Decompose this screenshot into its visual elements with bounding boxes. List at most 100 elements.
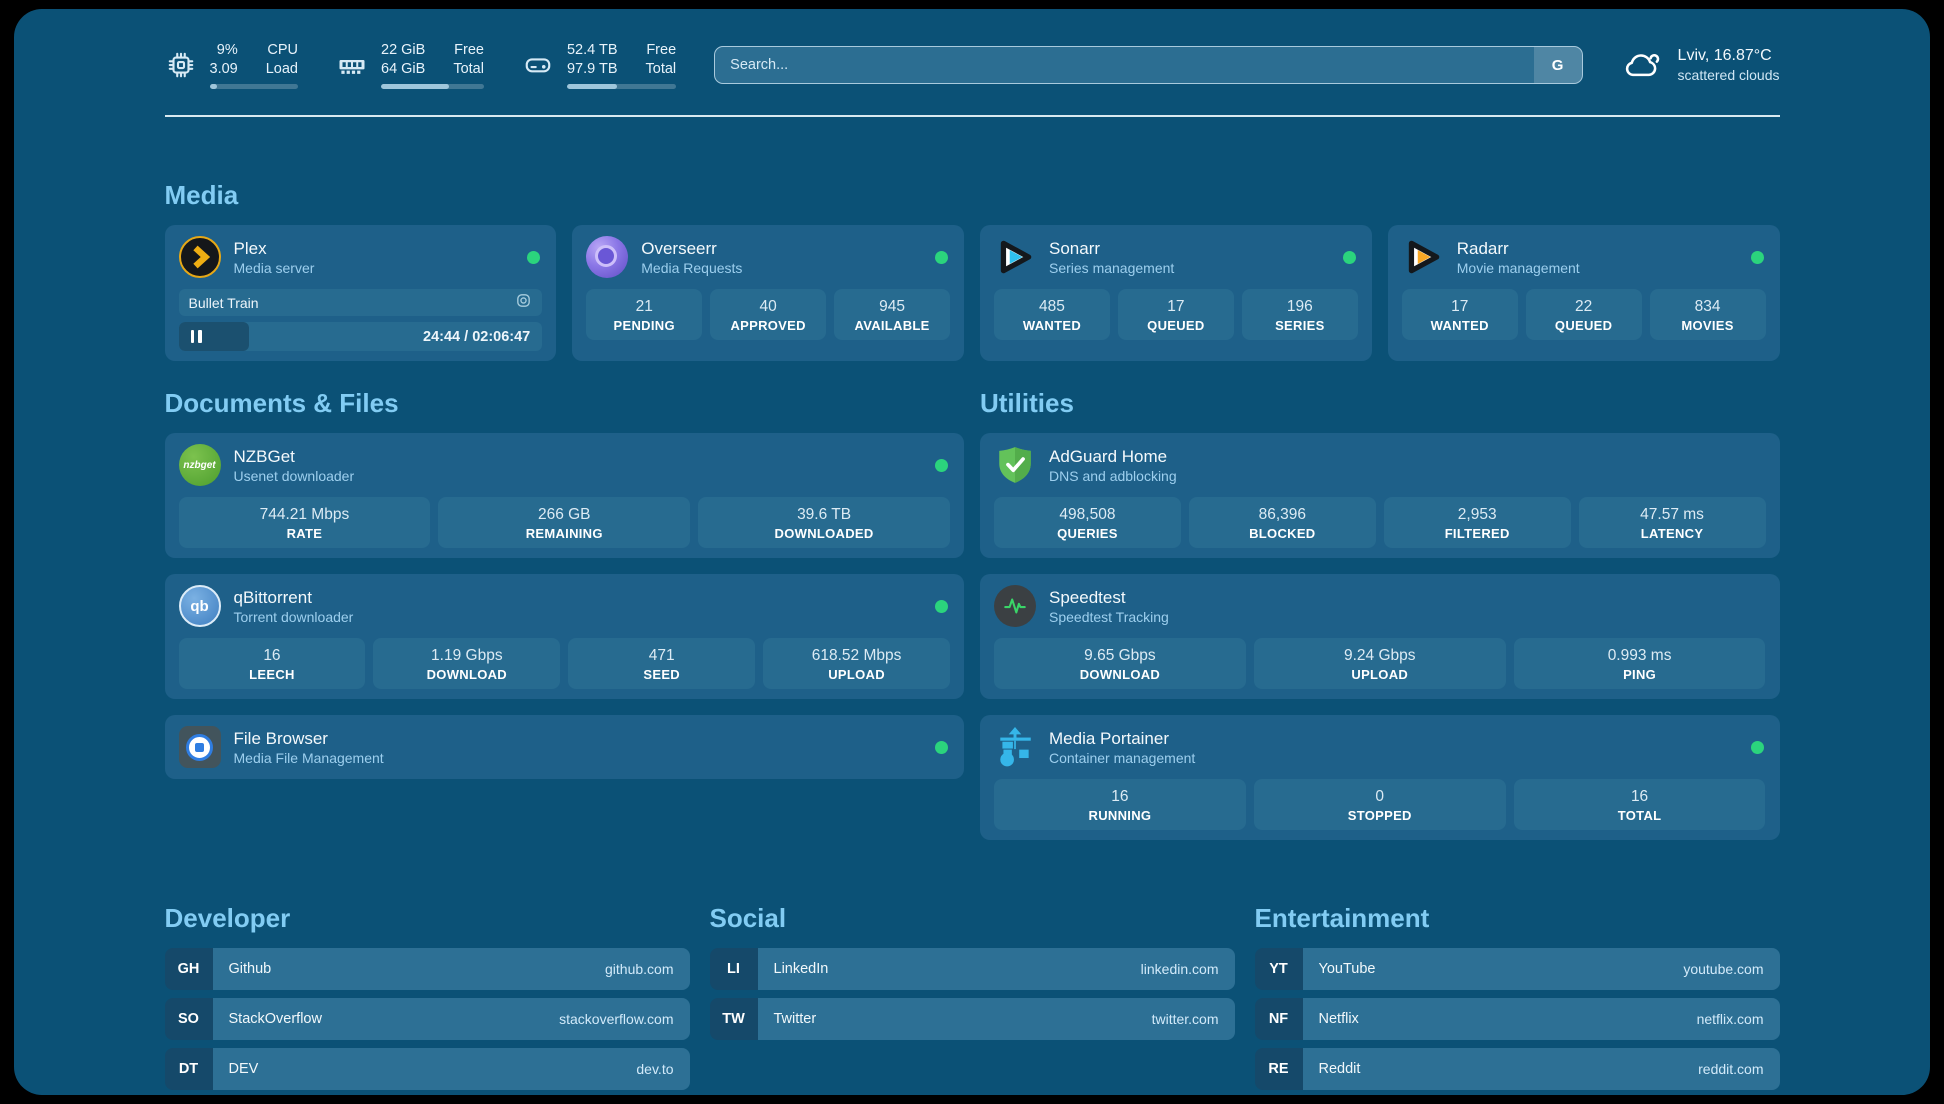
section-title-entertainment: Entertainment <box>1255 902 1780 934</box>
app-card-plex[interactable]: Plex Media server Bullet Train <box>165 225 557 361</box>
bookmark-url: youtube.com <box>1683 961 1763 977</box>
stat-downloaded: 39.6 TB DOWNLOADED <box>698 497 950 548</box>
stat-seed: 471 SEED <box>568 638 755 689</box>
bookmark-youtube[interactable]: YT YouTube youtube.com <box>1255 948 1780 990</box>
bookmark-twitter[interactable]: TW Twitter twitter.com <box>710 998 1235 1040</box>
cpu-load-label: Load <box>266 60 298 79</box>
clouds-icon <box>1621 45 1665 86</box>
cpu-widget: 9% CPU 3.09 Load <box>165 41 299 89</box>
bookmark-name: LinkedIn <box>774 961 829 977</box>
qbittorrent-icon: qb <box>179 585 221 627</box>
app-card-overseerr[interactable]: Overseerr Media Requests 21 PENDING 40 A… <box>572 225 964 361</box>
app-card-nzbget[interactable]: nzbget NZBGet Usenet downloader 744.21 M… <box>165 433 965 558</box>
weather-location-temp: Lviv, 16.87°C <box>1678 47 1780 65</box>
memory-icon <box>336 49 368 81</box>
stat-rate: 744.21 Mbps RATE <box>179 497 431 548</box>
bookmark-abbr: NF <box>1255 998 1303 1040</box>
bookmark-url: github.com <box>605 961 673 977</box>
bookmark-abbr: TW <box>710 998 758 1040</box>
disk-progress-bar <box>567 84 676 89</box>
app-name: Media Portainer <box>1049 728 1195 749</box>
section-title-media: Media <box>165 179 1780 211</box>
memory-free-label: Free <box>453 41 484 60</box>
stat-series: 196 SERIES <box>1242 289 1358 340</box>
memory-total-value: 64 GiB <box>381 60 425 79</box>
bookmark-linkedin[interactable]: LI LinkedIn linkedin.com <box>710 948 1235 990</box>
stat-total: 16 TOTAL <box>1514 779 1766 830</box>
app-name: NZBGet <box>234 446 355 467</box>
app-description: Speedtest Tracking <box>1049 608 1169 626</box>
app-description: Series management <box>1049 259 1174 277</box>
app-name: Speedtest <box>1049 587 1169 608</box>
bookmark-url: dev.to <box>636 1061 673 1077</box>
app-card-portainer[interactable]: Media Portainer Container management 16 … <box>980 715 1780 840</box>
stat-latency: 47.57 ms LATENCY <box>1579 497 1766 548</box>
overseerr-icon <box>586 236 628 278</box>
app-name: File Browser <box>234 728 384 749</box>
cpu-usage-label: CPU <box>266 41 298 60</box>
app-description: Media File Management <box>234 749 384 767</box>
bookmark-url: linkedin.com <box>1141 961 1219 977</box>
app-name: Plex <box>234 238 315 259</box>
bookmark-name: Reddit <box>1319 1061 1361 1077</box>
bookmark-abbr: SO <box>165 998 213 1040</box>
app-card-filebrowser[interactable]: File Browser Media File Management <box>165 715 965 779</box>
status-dot <box>1343 251 1356 264</box>
app-name: Sonarr <box>1049 238 1174 259</box>
bookmark-abbr: RE <box>1255 1048 1303 1090</box>
filebrowser-icon <box>179 726 221 768</box>
disk-free-value: 52.4 TB <box>567 41 618 60</box>
pause-button[interactable] <box>191 330 202 343</box>
bookmark-name: Netflix <box>1319 1011 1359 1027</box>
stat-upload: 618.52 Mbps UPLOAD <box>763 638 950 689</box>
app-name: Radarr <box>1457 238 1580 259</box>
stat-wanted: 485 WANTED <box>994 289 1110 340</box>
player-time: 24:44 / 02:06:47 <box>423 329 530 345</box>
stat-upload: 9.24 Gbps UPLOAD <box>1254 638 1506 689</box>
app-name: qBittorrent <box>234 587 354 608</box>
app-card-speedtest[interactable]: Speedtest Speedtest Tracking 9.65 Gbps D… <box>980 574 1780 699</box>
bookmark-url: stackoverflow.com <box>559 1011 673 1027</box>
app-description: Media Requests <box>641 259 742 277</box>
disk-icon <box>522 49 554 81</box>
stat-download: 9.65 Gbps DOWNLOAD <box>994 638 1246 689</box>
stat-pending: 21 PENDING <box>586 289 702 340</box>
app-card-sonarr[interactable]: Sonarr Series management 485 WANTED 17 Q… <box>980 225 1372 361</box>
stat-filtered: 2,953 FILTERED <box>1384 497 1571 548</box>
stat-download: 1.19 Gbps DOWNLOAD <box>373 638 560 689</box>
status-dot <box>1751 741 1764 754</box>
bookmark-name: DEV <box>229 1061 259 1077</box>
bookmark-netflix[interactable]: NF Netflix netflix.com <box>1255 998 1780 1040</box>
bookmark-url: netflix.com <box>1697 1011 1764 1027</box>
system-widgets: 9% CPU 3.09 Load <box>165 41 677 89</box>
disk-total-label: Total <box>646 60 677 79</box>
cpu-progress-bar <box>210 84 299 89</box>
now-playing-row: Bullet Train <box>179 289 543 316</box>
stat-queued: 17 QUEUED <box>1118 289 1234 340</box>
app-card-radarr[interactable]: Radarr Movie management 17 WANTED 22 QUE… <box>1388 225 1780 361</box>
bookmark-github[interactable]: GH Github github.com <box>165 948 690 990</box>
app-description: Media server <box>234 259 315 277</box>
app-card-adguard[interactable]: AdGuard Home DNS and adblocking 498,508 … <box>980 433 1780 558</box>
bookmark-dev[interactable]: DT DEV dev.to <box>165 1048 690 1090</box>
stat-movies: 834 MOVIES <box>1650 289 1766 340</box>
sonarr-icon <box>994 236 1036 278</box>
bookmark-stackoverflow[interactable]: SO StackOverflow stackoverflow.com <box>165 998 690 1040</box>
bookmark-abbr: YT <box>1255 948 1303 990</box>
bookmark-url: reddit.com <box>1698 1061 1763 1077</box>
bookmark-abbr: DT <box>165 1048 213 1090</box>
disk-free-label: Free <box>646 41 677 60</box>
search-input[interactable] <box>714 46 1582 84</box>
app-card-qbittorrent[interactable]: qb qBittorrent Torrent downloader 16 LEE… <box>165 574 965 699</box>
memory-total-label: Total <box>453 60 484 79</box>
bookmark-reddit[interactable]: RE Reddit reddit.com <box>1255 1048 1780 1090</box>
bookmark-abbr: LI <box>710 948 758 990</box>
plex-icon <box>179 236 221 278</box>
status-dot <box>935 251 948 264</box>
bookmark-name: StackOverflow <box>229 1011 322 1027</box>
bookmark-abbr: GH <box>165 948 213 990</box>
player-progress-row: 24:44 / 02:06:47 <box>179 322 543 351</box>
speedtest-icon <box>994 585 1036 627</box>
search-engine-button[interactable]: G <box>1534 47 1582 83</box>
stat-stopped: 0 STOPPED <box>1254 779 1506 830</box>
